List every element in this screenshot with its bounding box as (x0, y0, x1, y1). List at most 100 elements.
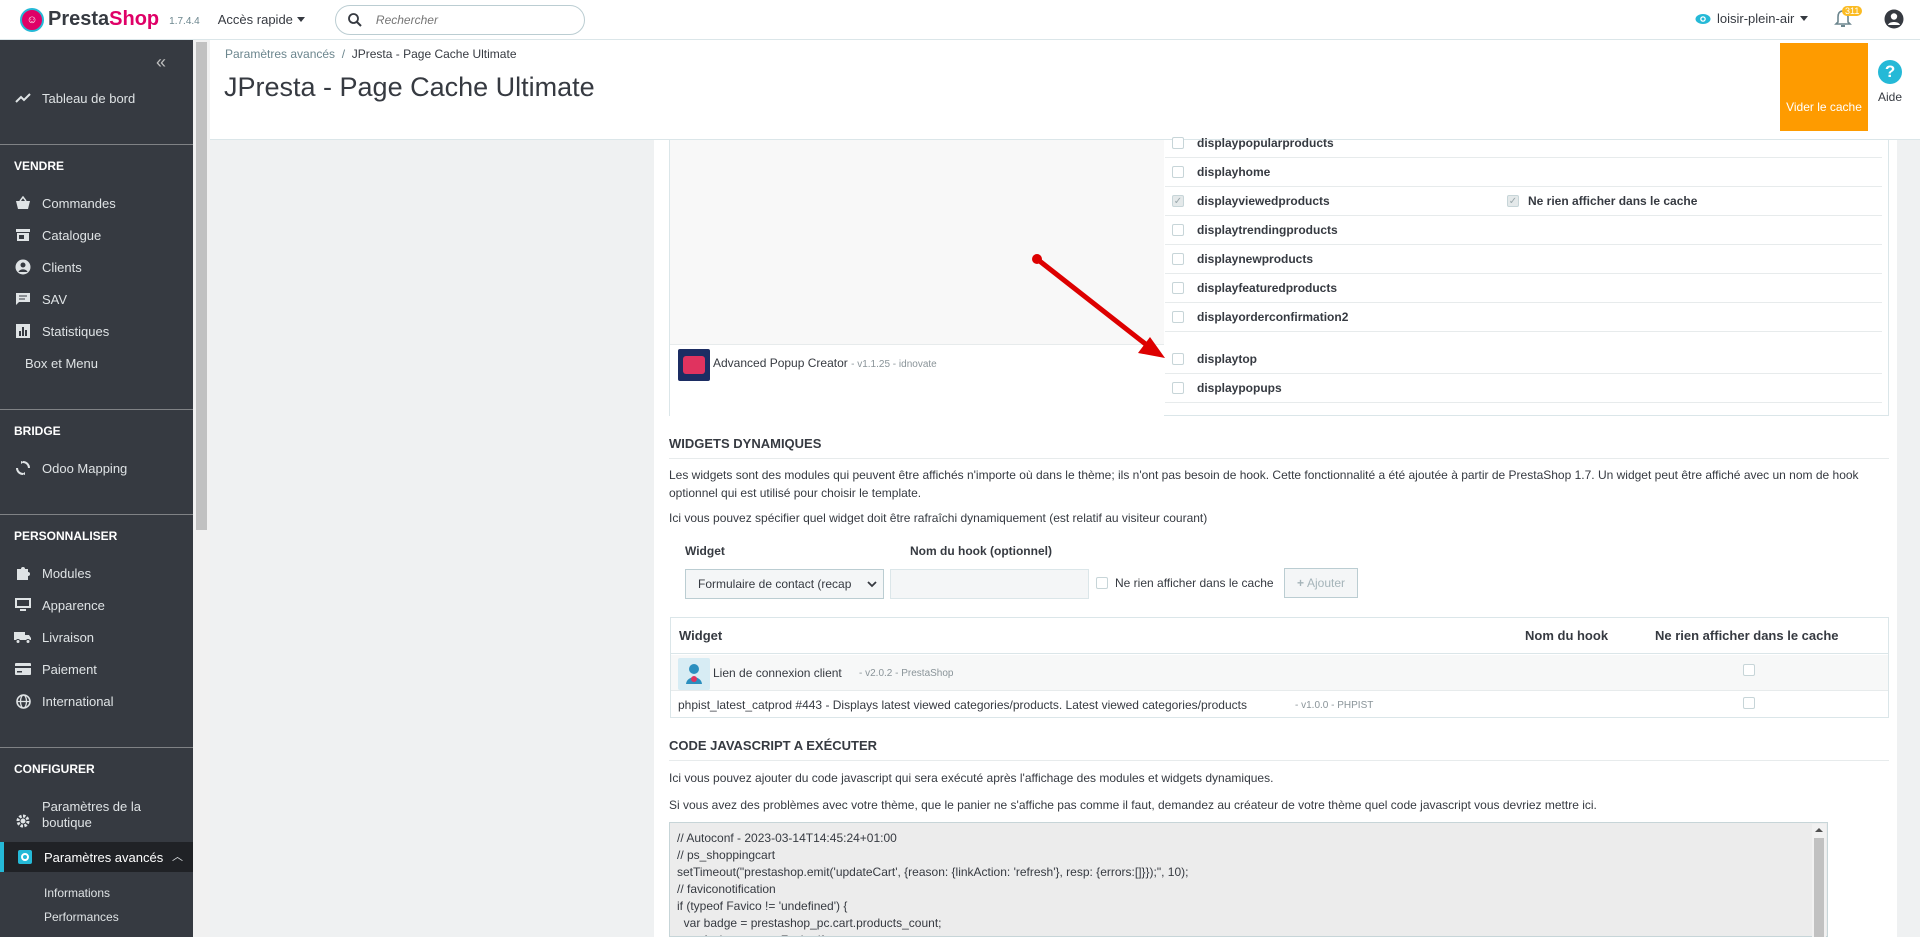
sidebar-item-label: Livraison (42, 629, 95, 645)
hook-name: displayhome (1197, 165, 1271, 179)
breadcrumb-separator: / (341, 47, 346, 61)
top-bar: ☺ PrestaShop 1.7.4.4 Accès rapide loisir… (0, 0, 1920, 40)
search-icon (348, 12, 362, 27)
hook-checkbox[interactable] (1172, 166, 1184, 178)
sidebar-item-sav[interactable]: SAV (0, 286, 193, 312)
sidebar-divider (0, 144, 193, 145)
section-customize: PERSONNALISER (14, 529, 118, 543)
table-row: Lien de connexion client - v2.0.2 - Pres… (671, 655, 1888, 691)
sidebar-item-orders[interactable]: Commandes (0, 190, 193, 216)
scrollbar-thumb[interactable] (196, 42, 207, 530)
widget-select-value: Formulaire de contact (recap (698, 577, 852, 591)
hook-checkbox[interactable] (1172, 224, 1184, 236)
sidebar-item-dashboard[interactable]: Tableau de bord (0, 85, 193, 111)
sidebar-item-box-menu[interactable]: Box et Menu (0, 350, 193, 376)
widget-select[interactable]: Formulaire de contact (recap (685, 569, 884, 599)
sidebar-item-catalog[interactable]: Catalogue (0, 222, 193, 248)
search-box[interactable] (334, 4, 585, 35)
hook-name: displaypopups (1197, 381, 1282, 395)
scroll-up-arrow-icon[interactable] (1812, 824, 1826, 836)
breadcrumb-current: JPresta - Page Cache Ultimate (351, 47, 517, 61)
scrollbar-thumb[interactable] (1814, 838, 1824, 937)
trending-up-icon (14, 89, 32, 107)
breadcrumb-parent[interactable]: Paramètres avancés (225, 47, 335, 61)
widget-no-cache-checkbox[interactable] (1096, 577, 1108, 589)
globe-icon (14, 692, 32, 710)
col-hook-name: Nom du hook (1525, 628, 1609, 643)
hook-field-label: Nom du hook (optionnel) (910, 544, 1052, 558)
sidebar-item-modules[interactable]: Modules (0, 560, 193, 586)
credit-card-icon (14, 660, 32, 678)
widgets-description: Les widgets sont des modules qui peuvent… (669, 468, 1859, 500)
hook-checkbox[interactable] (1172, 353, 1184, 365)
red-arrow-annotation (1032, 254, 1165, 358)
chevron-down-icon (1800, 16, 1809, 21)
hook-row: displayorderconfirmation2 (1165, 303, 1882, 332)
hook-checkbox[interactable] (1172, 382, 1184, 394)
widget-name: Lien de connexion client (713, 666, 842, 680)
sync-icon (14, 459, 32, 477)
hook-checkbox[interactable] (1172, 282, 1184, 294)
widget-no-cache-checkbox[interactable] (1743, 697, 1755, 709)
no-cache-label: Ne rien afficher dans le cache (1528, 194, 1698, 208)
javascript-description: Ici vous pouvez ajouter du code javascri… (669, 771, 1274, 785)
help-button[interactable]: ? Aide (1878, 60, 1902, 104)
sidebar-item-customers[interactable]: Clients (0, 254, 193, 280)
collapse-sidebar-icon[interactable]: « (156, 52, 166, 73)
javascript-section-title: CODE JAVASCRIPT A EXÉCUTER (669, 738, 1889, 761)
bar-chart-icon (14, 322, 32, 340)
widgets-section-title: WIDGETS DYNAMIQUES (669, 436, 1889, 459)
sidebar-subitem-informations[interactable]: Informations (44, 886, 110, 900)
section-bridge: BRIDGE (14, 424, 61, 438)
sidebar-item-label: International (42, 693, 114, 709)
page-title: JPresta - Page Cache Ultimate (224, 72, 595, 102)
hook-row: displayviewedproducts Ne rien afficher d… (1165, 187, 1882, 216)
page-header: Paramètres avancés / JPresta - Page Cach… (210, 40, 1920, 140)
sidebar-item-label: Catalogue (42, 227, 102, 243)
javascript-code-textarea[interactable]: // Autoconf - 2023-03-14T14:45:24+01:00 … (669, 822, 1828, 937)
hook-name: displaytrendingproducts (1197, 223, 1338, 237)
prestashop-logo[interactable]: ☺ PrestaShop 1.7.4.4 (20, 7, 200, 32)
hook-checkbox[interactable] (1172, 311, 1184, 323)
basket-icon (14, 194, 32, 212)
search-input[interactable] (375, 12, 556, 27)
sidebar-item-payment[interactable]: Paiement (0, 656, 193, 682)
sidebar-scrollbar[interactable] (193, 40, 210, 937)
sidebar: « Tableau de bord VENDRE Commandes Catal… (0, 40, 193, 937)
hook-name: displayorderconfirmation2 (1197, 310, 1349, 324)
user-account-button[interactable] (1884, 9, 1904, 32)
help-label: Aide (1878, 90, 1903, 104)
sidebar-item-label: Box et Menu (25, 355, 98, 371)
widgets-table-header: Widget Nom du hook Ne rien afficher dans… (671, 618, 1888, 654)
sidebar-subitem-performances[interactable]: Performances (44, 910, 119, 924)
add-widget-button[interactable]: + Ajouter (1284, 568, 1358, 598)
sidebar-item-shipping[interactable]: Livraison (0, 624, 193, 650)
sidebar-item-advanced-params[interactable]: Paramètres avancés ︿ (0, 842, 193, 872)
hook-checkbox[interactable] (1172, 253, 1184, 265)
monitor-icon (14, 596, 32, 614)
clear-cache-button[interactable]: Vider le cache (1780, 43, 1868, 131)
no-cache-checkbox[interactable] (1507, 195, 1519, 207)
widget-meta: - v2.0.2 - PrestaShop (859, 668, 954, 679)
breadcrumb: Paramètres avancés / JPresta - Page Cach… (225, 47, 517, 61)
store-icon (14, 226, 32, 244)
help-icon: ? (1878, 60, 1903, 84)
view-shop-link[interactable]: loisir-plein-air (1695, 11, 1809, 26)
widget-no-cache-checkbox[interactable] (1743, 664, 1755, 676)
notifications-button[interactable]: 311 (1834, 6, 1863, 33)
hook-row: displaynewproducts (1165, 245, 1882, 274)
sidebar-item-shop-params[interactable]: Paramètres de la boutique (0, 798, 193, 832)
popup-module-icon (678, 349, 710, 381)
sidebar-item-international[interactable]: International (0, 688, 193, 714)
code-scrollbar[interactable] (1812, 824, 1826, 937)
widget-name: phpist_latest_catprod #443 - Displays la… (678, 698, 1247, 712)
hook-checkbox[interactable] (1172, 195, 1184, 207)
hook-name-input[interactable] (890, 569, 1089, 599)
section-sell: VENDRE (14, 159, 65, 173)
sidebar-item-stats[interactable]: Statistiques (0, 318, 193, 344)
hook-checkbox[interactable] (1172, 137, 1184, 149)
sidebar-item-appearance[interactable]: Apparence (0, 592, 193, 618)
sidebar-item-odoo-mapping[interactable]: Odoo Mapping (0, 455, 193, 481)
quick-access-dropdown[interactable]: Accès rapide (218, 12, 305, 27)
hook-name: displayviewedproducts (1197, 194, 1330, 208)
